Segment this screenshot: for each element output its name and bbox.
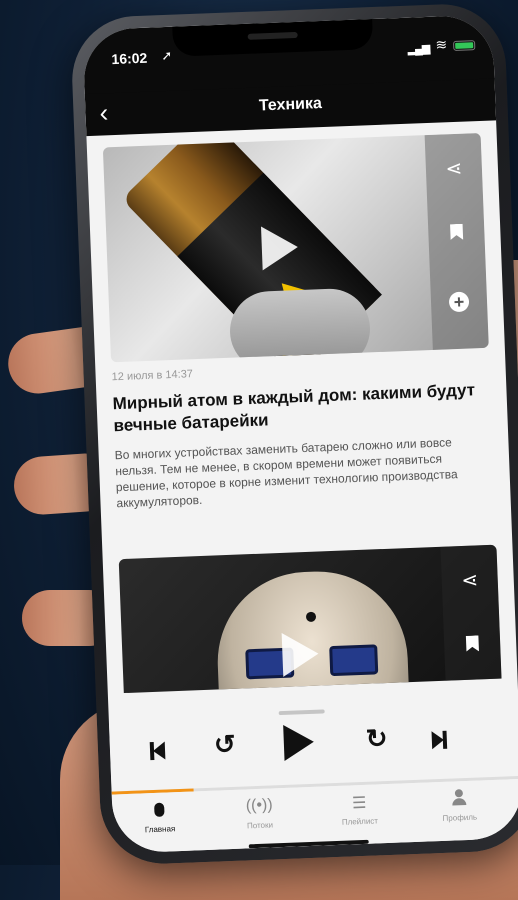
player-drag-handle[interactable] bbox=[278, 709, 325, 716]
robot-mouth bbox=[258, 689, 372, 694]
tab-label: Потоки bbox=[246, 820, 274, 831]
microphone-icon bbox=[124, 799, 195, 824]
article-card-video[interactable]: ⋖ bbox=[118, 544, 505, 694]
status-time: 16:02 bbox=[111, 49, 148, 68]
robot-eye bbox=[329, 644, 379, 677]
tab-home[interactable]: Главная bbox=[124, 799, 195, 835]
phone-screen: 16:02 ➚ ▂▄▆ ≋ ‹ Техника NUCLEAR AA bbox=[82, 14, 518, 854]
notch bbox=[172, 19, 374, 57]
card-actions: ⋖ bbox=[440, 544, 505, 694]
tab-streams[interactable]: ((•)) Потоки bbox=[224, 796, 295, 832]
share-icon[interactable]: ⋖ bbox=[441, 567, 498, 594]
finger-image bbox=[228, 287, 372, 363]
tab-label: Профиль bbox=[442, 812, 478, 823]
play-icon[interactable] bbox=[283, 723, 315, 761]
tab-label: Главная bbox=[144, 824, 176, 835]
article-excerpt: Во многих устройствах заменить батарею с… bbox=[114, 435, 458, 511]
article-date: 12 июля в 14:37 bbox=[111, 368, 194, 384]
page-title: Техника bbox=[258, 95, 323, 115]
playlist-icon: ☰ bbox=[351, 794, 367, 813]
add-icon[interactable]: + bbox=[448, 291, 470, 313]
bookmark-icon[interactable] bbox=[428, 223, 485, 246]
share-icon[interactable]: ⋖ bbox=[425, 155, 482, 182]
tab-playlist[interactable]: ☰ Плейлист bbox=[324, 792, 395, 828]
tab-label: Плейлист bbox=[341, 816, 379, 827]
feed[interactable]: NUCLEAR AA ⋖ + 12 июля в 14:37 Мирный ат… bbox=[86, 120, 517, 694]
cellular-signal-icon: ▂▄▆ bbox=[407, 42, 430, 56]
speaker-grille bbox=[247, 31, 298, 40]
robot-sensor bbox=[305, 611, 317, 623]
location-arrow-icon: ➚ bbox=[161, 47, 173, 64]
forward-icon[interactable]: ↻ bbox=[365, 723, 388, 754]
wifi-icon: ≋ bbox=[435, 36, 448, 53]
user-icon bbox=[424, 788, 495, 813]
card-actions: ⋖ + bbox=[424, 132, 489, 350]
broadcast-icon: ((•)) bbox=[245, 796, 273, 815]
battery-level bbox=[455, 42, 474, 49]
phone-frame: 16:02 ➚ ▂▄▆ ≋ ‹ Техника NUCLEAR AA bbox=[69, 1, 518, 867]
bookmark-icon[interactable] bbox=[444, 635, 501, 658]
article-title[interactable]: Мирный атом в каждый дом: какими будут в… bbox=[112, 379, 487, 437]
play-overlay-icon[interactable] bbox=[261, 225, 299, 271]
tab-profile[interactable]: Профиль bbox=[424, 788, 495, 824]
article-card-video[interactable]: NUCLEAR AA ⋖ + bbox=[102, 132, 489, 363]
rewind-icon[interactable]: ↺ bbox=[213, 729, 236, 760]
battery-icon bbox=[453, 40, 476, 51]
play-overlay-icon[interactable] bbox=[281, 631, 320, 677]
